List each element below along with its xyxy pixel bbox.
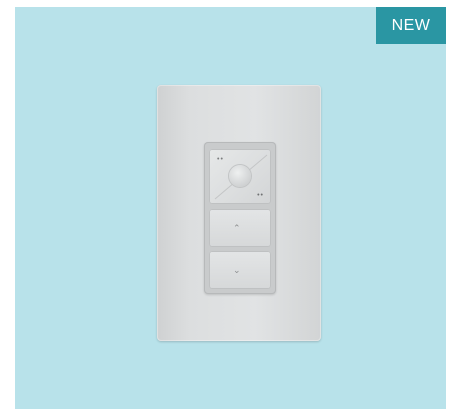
new-badge: NEW [376,7,446,44]
chevron-up-icon: ⌃ [233,223,241,233]
product-image-card[interactable]: NEW •• •• ⌃ ⌄ [15,7,446,409]
control-knob-icon [229,165,251,187]
main-control-button: •• •• [209,149,271,204]
keypad-control: •• •• ⌃ ⌄ [204,142,276,294]
raise-button: ⌃ [209,209,271,247]
new-badge-label: NEW [391,16,431,34]
indicator-dots-icon: •• [217,156,224,163]
chevron-down-icon: ⌄ [233,265,241,275]
indicator-dots-icon: •• [257,192,264,199]
wall-plate: •• •• ⌃ ⌄ [157,85,321,341]
lower-button: ⌄ [209,251,271,289]
